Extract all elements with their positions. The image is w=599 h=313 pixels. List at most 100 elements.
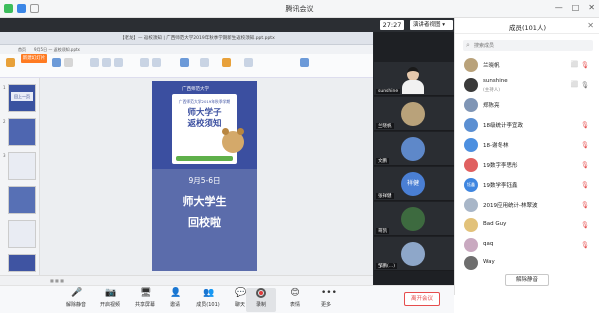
current-slide: 广西师范大学 广西师范大学2019年秋季学期 师大学子 返校须知 9月5-6日 …	[152, 81, 257, 271]
slide-thumbnail[interactable]	[8, 220, 36, 248]
video-column: sunshine 兰晓帆 文鹏 祥健 张祥健 哥凯 邹鹏(…)	[374, 32, 454, 285]
bold-icon[interactable]	[102, 58, 111, 67]
member-row[interactable]: Bad Guy 🎙	[455, 216, 599, 234]
member-row[interactable]: sunshine (主持人) ⬜ 🎙	[455, 76, 599, 94]
view-mode-button[interactable]: 演讲者视图 ▾	[410, 20, 453, 30]
member-role: (主持人)	[483, 88, 501, 93]
meeting-timer: 27:27	[380, 20, 404, 30]
slide-subtitle: 广西师范大学2019年秋季学期	[178, 99, 231, 104]
window-controls: — □ ✕	[555, 3, 595, 12]
maximize-icon[interactable]: □	[572, 3, 580, 12]
member-search-input[interactable]	[474, 41, 589, 50]
video-tile[interactable]: sunshine	[374, 62, 454, 96]
meeting-toolbar: 🎤 解除静音 📷 开启视频 🖥 共享屏幕 👤 邀请 👥 成员(101) 💬 聊天…	[0, 285, 454, 313]
member-name: 兰晓帆	[483, 63, 500, 69]
avatar	[464, 78, 478, 92]
record-button[interactable]: 录制	[246, 288, 276, 312]
member-row[interactable]: 郑陈亮	[455, 96, 599, 114]
member-name: 郑陈亮	[483, 103, 500, 109]
slide-thumbnails: 1 回上一页 2 3	[0, 78, 40, 275]
slide-date: 9月5-6日	[188, 176, 221, 185]
italic-icon[interactable]	[114, 58, 123, 67]
screen-icon: 🖥	[140, 288, 152, 298]
members-panel: 成员(101人) ✕ ⌕ 兰晓帆 ⬜ 🎙 sunshine (主持人) ⬜ 🎙 …	[454, 18, 599, 295]
start-video-button[interactable]: 📷 开启视频	[90, 288, 130, 312]
textbox-icon[interactable]	[180, 58, 189, 67]
mic-muted-icon[interactable]: 🎙	[581, 241, 589, 249]
mic-icon[interactable]: 🎙	[581, 81, 589, 89]
align-icon[interactable]	[140, 58, 149, 67]
member-name: 19数字李思彤	[483, 163, 518, 169]
title-bar: 腾讯会议 — □ ✕	[0, 0, 599, 18]
arrange-icon[interactable]	[222, 58, 231, 67]
avatar	[464, 198, 478, 212]
more-button[interactable]: ••• 更多	[306, 288, 346, 312]
new-slide-button[interactable]: 新建幻灯片	[21, 54, 47, 63]
slide-thumbnail[interactable]: 1 回上一页	[3, 84, 36, 112]
video-name: 哥凯	[376, 228, 389, 234]
slide-thumbnail[interactable]: 2	[3, 118, 36, 146]
grass-decoration	[176, 156, 233, 161]
minimize-icon[interactable]: —	[555, 3, 563, 12]
member-row[interactable]: qaq 🎙	[455, 236, 599, 254]
slide-thumbnail[interactable]	[8, 186, 36, 214]
video-tile[interactable]: 兰晓帆	[374, 97, 454, 131]
mic-muted-icon[interactable]: 🎙	[581, 161, 589, 169]
member-name: 2019应用统计-林翠波	[483, 203, 538, 209]
mic-muted-icon[interactable]: 🎙	[581, 181, 589, 189]
avatar	[464, 256, 478, 270]
list-icon[interactable]	[152, 58, 161, 67]
members-title: 成员(101人)	[509, 24, 546, 32]
style-icon[interactable]	[244, 58, 253, 67]
close-icon[interactable]: ✕	[587, 21, 594, 30]
member-row[interactable]: 18级统计李宜政 🎙	[455, 116, 599, 134]
participant-video	[402, 64, 424, 94]
member-name: qaq	[483, 241, 494, 247]
chat-icon: 💬	[235, 288, 247, 298]
more-icon: •••	[321, 288, 337, 298]
video-name: sunshine	[376, 89, 401, 94]
avatar: 祥健	[401, 172, 425, 196]
member-row[interactable]: 2019应用统计-林翠波 🎙	[455, 196, 599, 214]
shape-icon[interactable]	[200, 58, 209, 67]
mic-muted-icon[interactable]: 🎙	[581, 141, 589, 149]
member-name: sunshine	[483, 78, 508, 84]
mic-muted-icon[interactable]: 🎙	[581, 121, 589, 129]
video-tile[interactable]: 邹鹏(…)	[374, 237, 454, 271]
avatar	[464, 158, 478, 172]
reset-icon[interactable]	[64, 58, 73, 67]
avatar	[464, 238, 478, 252]
mute-all-button[interactable]: 解除静音	[505, 274, 549, 286]
avatar	[464, 58, 478, 72]
close-icon[interactable]: ✕	[588, 3, 595, 12]
slide-thumbnail[interactable]	[8, 254, 36, 272]
record-icon	[256, 288, 266, 298]
office-ribbon: 新建幻灯片	[0, 54, 373, 78]
avatar	[464, 98, 478, 112]
office-tab-home[interactable]: 首页	[18, 47, 26, 53]
member-row[interactable]: Way	[455, 254, 599, 272]
leave-meeting-button[interactable]: 离开会议	[404, 292, 440, 306]
slide-thumbnail[interactable]: 3	[3, 152, 36, 180]
member-row[interactable]: 19数字李思彤 🎙	[455, 156, 599, 174]
paste-icon[interactable]	[6, 58, 15, 67]
video-tile[interactable]: 文鹏	[374, 132, 454, 166]
member-name: 18-谢冬林	[483, 143, 509, 149]
video-tile[interactable]: 哥凯	[374, 202, 454, 236]
replace-icon[interactable]	[300, 58, 309, 67]
mic-muted-icon[interactable]: 🎙	[581, 61, 589, 69]
slide-canvas: 广西师范大学 广西师范大学2019年秋季学期 师大学子 返校须知 9月5-6日 …	[40, 78, 373, 275]
member-row[interactable]: 18-谢冬林 🎙	[455, 136, 599, 154]
member-row[interactable]: 钰鑫 19数学李钰鑫 🎙	[455, 176, 599, 194]
office-tab-document[interactable]: 9月5日 — 返校须知.pptx	[34, 47, 80, 53]
members-panel-header: 成员(101人) ✕	[455, 18, 599, 34]
camera-icon: ⬜	[570, 81, 578, 88]
member-row[interactable]: 兰晓帆 ⬜ 🎙	[455, 56, 599, 74]
mic-muted-icon[interactable]: 🎙	[581, 201, 589, 209]
member-name: Way	[483, 259, 495, 265]
font-icon[interactable]	[90, 58, 99, 67]
avatar	[464, 118, 478, 132]
video-tile[interactable]: 祥健 张祥健	[374, 167, 454, 201]
layout-icon[interactable]	[52, 58, 61, 67]
mic-muted-icon[interactable]: 🎙	[581, 221, 589, 229]
